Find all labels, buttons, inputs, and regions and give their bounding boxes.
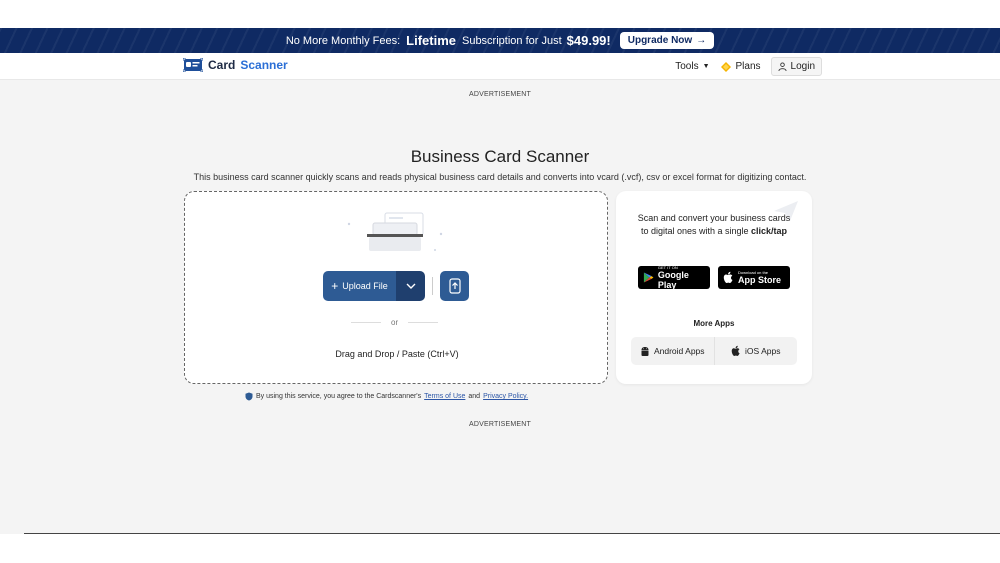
more-apps-heading: More Apps xyxy=(693,319,735,328)
more-apps-row: Android Apps iOS Apps xyxy=(631,337,797,365)
brand-name-part2: Scanner xyxy=(240,58,288,72)
mobile-apps-card: Scan and convert your business cards to … xyxy=(616,191,812,384)
card-scanner-logo-icon xyxy=(183,58,203,72)
page-subtitle: This business card scanner quickly scans… xyxy=(193,172,807,182)
login-button[interactable]: Login xyxy=(770,57,822,76)
terms-of-use-link[interactable]: Terms of Use xyxy=(424,393,465,400)
app-store-big: App Store xyxy=(738,275,782,285)
advertisement-label-bottom: ADVERTISEMENT xyxy=(469,421,531,428)
plans-link[interactable]: Plans xyxy=(720,61,761,73)
scanner-illustration xyxy=(347,212,443,251)
plus-icon: + xyxy=(331,279,339,293)
upload-file-label: Upload File xyxy=(342,281,388,291)
terms-notice: By using this service, you agree to the … xyxy=(245,392,528,401)
apple-icon xyxy=(731,345,740,356)
page-bottom-border xyxy=(24,533,1000,534)
nav-links: Tools ▼ Plans Login xyxy=(675,57,822,76)
drag-drop-hint: Drag and Drop / Paste (Ctrl+V) xyxy=(335,349,459,359)
or-divider: or xyxy=(351,318,439,327)
plans-icon xyxy=(720,61,731,72)
tools-menu[interactable]: Tools ▼ xyxy=(675,61,709,72)
login-label: Login xyxy=(790,61,815,72)
or-line-left xyxy=(351,322,381,323)
ios-apps-label: iOS Apps xyxy=(745,346,781,356)
upload-separator xyxy=(432,277,433,295)
mobile-upload-icon xyxy=(448,278,461,294)
android-apps-label: Android Apps xyxy=(653,346,705,356)
brand-name-part1: Card xyxy=(208,58,236,72)
app-store-badge[interactable]: Download on the App Store xyxy=(718,266,790,289)
apps-promo-text-bold: click/tap xyxy=(751,226,788,236)
android-icon xyxy=(641,346,649,356)
google-play-big: Google Play xyxy=(657,270,689,290)
or-label: or xyxy=(391,318,399,327)
apple-icon xyxy=(723,271,733,283)
page-title: Business Card Scanner xyxy=(410,147,590,166)
google-play-badge[interactable]: GET IT ON Google Play xyxy=(638,265,710,290)
promo-banner: No More Monthly Fees: Lifetime Subscript… xyxy=(0,28,1000,53)
shield-icon xyxy=(245,392,253,401)
ios-apps-button[interactable]: iOS Apps xyxy=(713,337,798,365)
or-line-right xyxy=(408,322,439,323)
brand-logo[interactable]: Card Scanner xyxy=(183,58,288,72)
promo-text: No More Monthly Fees: xyxy=(285,34,401,47)
browser-viewport: No More Monthly Fees: Lifetime Subscript… xyxy=(0,28,1000,534)
upload-file-button[interactable]: + Upload File xyxy=(323,271,396,301)
user-icon xyxy=(777,62,787,71)
chevron-down-icon xyxy=(406,283,415,289)
terms-and: and xyxy=(468,393,481,400)
caret-down-icon: ▼ xyxy=(702,63,710,70)
upload-dropzone[interactable]: + Upload File or Drag and Drop / Paste ( xyxy=(184,191,608,384)
upload-controls: + Upload File xyxy=(323,271,469,301)
top-nav: Card Scanner Tools ▼ Plans Login xyxy=(0,53,1000,80)
promo-text-2: Subscription for Just xyxy=(461,34,562,47)
apps-promo-text: Scan and convert your business cards to … xyxy=(636,212,792,238)
upload-options-dropdown[interactable] xyxy=(396,271,425,301)
upgrade-now-label: Upgrade Now xyxy=(627,35,693,46)
promo-highlight: Lifetime xyxy=(406,33,456,48)
advertisement-label-top: ADVERTISEMENT xyxy=(469,91,531,98)
android-apps-button[interactable]: Android Apps xyxy=(631,337,714,365)
mobile-upload-button[interactable] xyxy=(440,271,469,301)
tools-label: Tools xyxy=(675,61,699,72)
upgrade-now-button[interactable]: Upgrade Now → xyxy=(619,32,715,49)
promo-price: $49.99! xyxy=(566,33,611,48)
privacy-policy-link[interactable]: Privacy Policy. xyxy=(483,393,528,400)
arrow-right-icon: → xyxy=(696,35,707,46)
google-play-icon xyxy=(643,272,654,283)
terms-prefix: By using this service, you agree to the … xyxy=(256,393,422,400)
plans-label: Plans xyxy=(735,61,761,72)
